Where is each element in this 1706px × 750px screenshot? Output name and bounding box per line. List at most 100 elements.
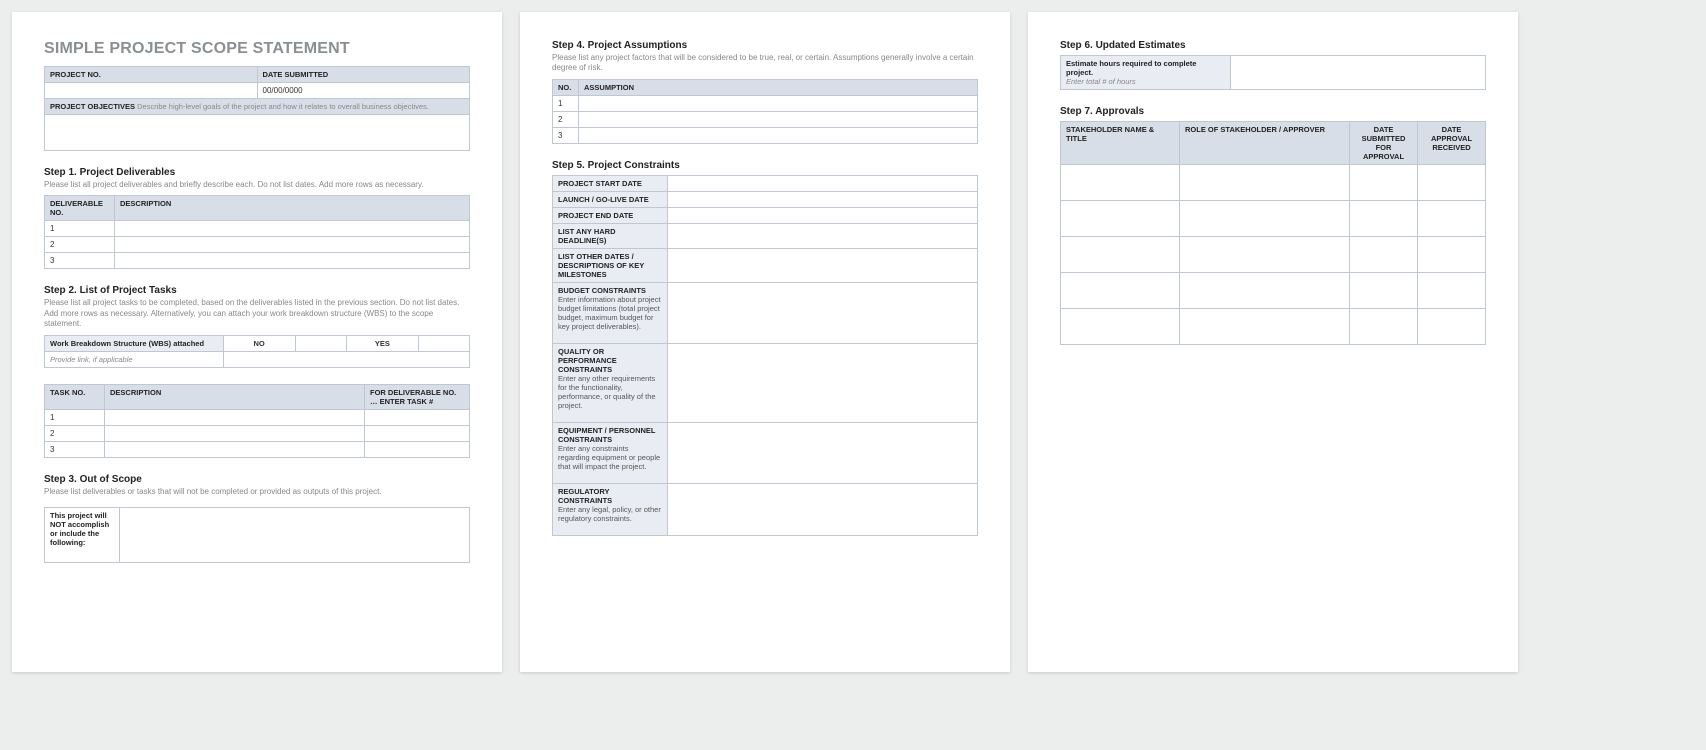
assump-row-val[interactable] <box>579 95 978 111</box>
approval-cell[interactable] <box>1418 201 1486 237</box>
date-submitted-input[interactable]: 00/00/0000 <box>257 83 470 99</box>
constraint-input[interactable] <box>668 248 978 282</box>
estimate-input[interactable] <box>1231 56 1486 90</box>
step1-desc: Please list all project deliverables and… <box>44 180 470 190</box>
assump-header: ASSUMPTION <box>579 79 978 95</box>
approval-cell[interactable] <box>1418 273 1486 309</box>
step3-title: Step 3. Out of Scope <box>44 474 470 485</box>
task-row-no[interactable]: 2 <box>45 425 105 441</box>
approval-cell[interactable] <box>1180 201 1350 237</box>
approval-cell[interactable] <box>1180 165 1350 201</box>
approval-cell[interactable] <box>1061 273 1180 309</box>
approval-cell[interactable] <box>1350 201 1418 237</box>
page-1: SIMPLE PROJECT SCOPE STATEMENT PROJECT N… <box>12 12 502 672</box>
assump-row-no[interactable]: 3 <box>553 127 579 143</box>
constraint-input[interactable] <box>668 483 978 535</box>
approval-rec-header: DATE APPROVAL RECEIVED <box>1418 122 1486 165</box>
approval-cell[interactable] <box>1350 273 1418 309</box>
wbs-yes-label: YES <box>346 335 418 351</box>
document-title: SIMPLE PROJECT SCOPE STATEMENT <box>44 40 470 58</box>
approval-cell[interactable] <box>1418 237 1486 273</box>
constraint-input[interactable] <box>668 343 978 422</box>
table-row-desc[interactable] <box>115 253 470 269</box>
constraint-label: REGULATORY CONSTRAINTSEnter any legal, p… <box>553 483 668 535</box>
task-row-no[interactable]: 1 <box>45 409 105 425</box>
assump-row-no[interactable]: 2 <box>553 111 579 127</box>
approval-cell[interactable] <box>1418 309 1486 345</box>
wbs-attached-table: Work Breakdown Structure (WBS) attached … <box>44 335 470 368</box>
task-row-for[interactable] <box>365 425 470 441</box>
task-row-desc[interactable] <box>105 425 365 441</box>
constraint-label: EQUIPMENT / PERSONNEL CONSTRAINTSEnter a… <box>553 422 668 483</box>
approval-cell[interactable] <box>1180 273 1350 309</box>
step2-desc: Please list all project tasks to be comp… <box>44 298 470 329</box>
out-of-scope-input[interactable] <box>120 507 470 562</box>
constraints-table: PROJECT START DATELAUNCH / GO-LIVE DATEP… <box>552 175 978 536</box>
deliverables-table: DELIVERABLE NO. DESCRIPTION 1 2 3 <box>44 195 470 269</box>
task-desc-header: DESCRIPTION <box>105 384 365 409</box>
out-of-scope-label: This project will NOT accomplish or incl… <box>45 507 120 562</box>
constraint-input[interactable] <box>668 207 978 223</box>
table-row-desc[interactable] <box>115 237 470 253</box>
wbs-link-hint: Provide link, if applicable <box>45 351 224 367</box>
approval-cell[interactable] <box>1180 309 1350 345</box>
out-of-scope-table: This project will NOT accomplish or incl… <box>44 507 470 563</box>
approval-cell[interactable] <box>1350 309 1418 345</box>
estimate-label: Estimate hours required to complete proj… <box>1066 59 1225 77</box>
assump-row-val[interactable] <box>579 127 978 143</box>
wbs-no-input[interactable] <box>295 335 346 351</box>
approval-cell[interactable] <box>1350 237 1418 273</box>
approval-cell[interactable] <box>1350 165 1418 201</box>
task-row-desc[interactable] <box>105 409 365 425</box>
project-no-label: PROJECT NO. <box>45 67 258 83</box>
wbs-link-input[interactable] <box>223 351 470 367</box>
task-row-for[interactable] <box>365 409 470 425</box>
approval-cell[interactable] <box>1061 201 1180 237</box>
approval-cell[interactable] <box>1061 309 1180 345</box>
table-row-no[interactable]: 3 <box>45 253 115 269</box>
page-2: Step 4. Project Assumptions Please list … <box>520 12 1010 672</box>
estimates-table: Estimate hours required to complete proj… <box>1060 55 1486 90</box>
approvals-table: STAKEHOLDER NAME & TITLE ROLE OF STAKEHO… <box>1060 121 1486 345</box>
table-row-no[interactable]: 1 <box>45 221 115 237</box>
step4-desc: Please list any project factors that wil… <box>552 53 978 74</box>
constraint-label: PROJECT START DATE <box>553 175 668 191</box>
wbs-label: Work Breakdown Structure (WBS) attached <box>45 335 224 351</box>
constraint-input[interactable] <box>668 422 978 483</box>
step4-title: Step 4. Project Assumptions <box>552 40 978 51</box>
objectives-row: PROJECT OBJECTIVES Describe high-level g… <box>45 99 470 115</box>
deliverable-no-header: DELIVERABLE NO. <box>45 196 115 221</box>
objectives-label: PROJECT OBJECTIVES <box>50 102 135 111</box>
deliverable-desc-header: DESCRIPTION <box>115 196 470 221</box>
table-row-no[interactable]: 2 <box>45 237 115 253</box>
task-row-desc[interactable] <box>105 441 365 457</box>
assump-row-no[interactable]: 1 <box>553 95 579 111</box>
assump-row-val[interactable] <box>579 111 978 127</box>
objectives-hint: Describe high-level goals of the project… <box>137 102 429 111</box>
constraint-input[interactable] <box>668 223 978 248</box>
table-row-desc[interactable] <box>115 221 470 237</box>
step6-title: Step 6. Updated Estimates <box>1060 40 1486 51</box>
task-for-header: FOR DELIVERABLE NO. … ENTER TASK # <box>365 384 470 409</box>
constraint-input[interactable] <box>668 282 978 343</box>
constraint-input[interactable] <box>668 191 978 207</box>
approval-cell[interactable] <box>1061 165 1180 201</box>
constraint-label: PROJECT END DATE <box>553 207 668 223</box>
tasks-table: TASK NO. DESCRIPTION FOR DELIVERABLE NO.… <box>44 384 470 458</box>
approval-cell[interactable] <box>1061 237 1180 273</box>
task-row-for[interactable] <box>365 441 470 457</box>
approval-cell[interactable] <box>1418 165 1486 201</box>
project-no-input[interactable] <box>45 83 258 99</box>
constraint-label: LIST ANY HARD DEADLINE(S) <box>553 223 668 248</box>
task-row-no[interactable]: 3 <box>45 441 105 457</box>
approval-cell[interactable] <box>1180 237 1350 273</box>
project-header-table: PROJECT NO. DATE SUBMITTED 00/00/0000 PR… <box>44 66 470 151</box>
step1-title: Step 1. Project Deliverables <box>44 167 470 178</box>
step2-title: Step 2. List of Project Tasks <box>44 285 470 296</box>
constraint-label: BUDGET CONSTRAINTSEnter information abou… <box>553 282 668 343</box>
wbs-yes-input[interactable] <box>419 335 470 351</box>
objectives-input[interactable] <box>45 115 470 151</box>
step7-title: Step 7. Approvals <box>1060 106 1486 117</box>
constraint-input[interactable] <box>668 175 978 191</box>
constraint-label: QUALITY OR PERFORMANCE CONSTRAINTSEnter … <box>553 343 668 422</box>
